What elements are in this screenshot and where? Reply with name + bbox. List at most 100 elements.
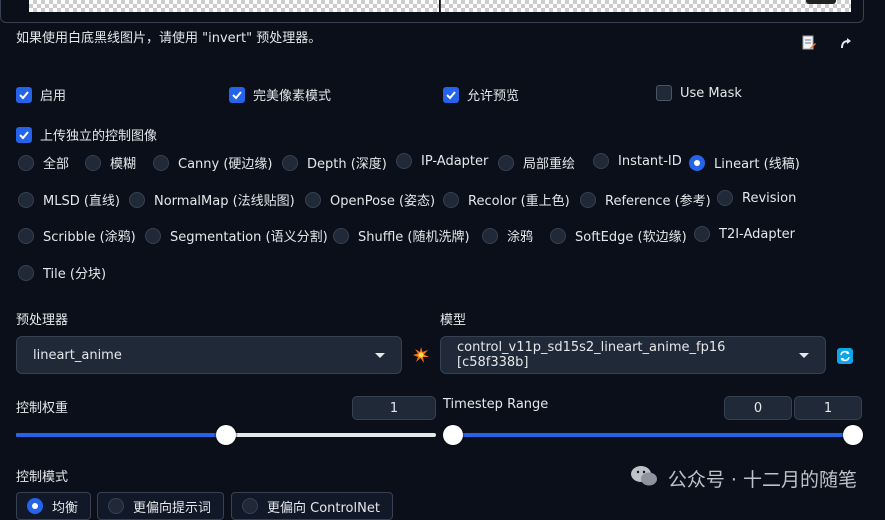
control-type-label: Instant-ID xyxy=(618,153,682,169)
control-type-radio[interactable]: MLSD (直线) xyxy=(18,190,120,209)
control-mode-label: 控制模式 xyxy=(16,470,69,485)
radio-dot xyxy=(717,190,733,206)
preview-close-button[interactable] xyxy=(806,0,836,4)
control-type-radio[interactable]: IP-Adapter xyxy=(396,153,488,169)
control-type-label: MLSD (直线) xyxy=(43,194,120,209)
control-type-label: SoftEdge (软边缘) xyxy=(575,230,687,245)
control-type-radio[interactable]: Depth (深度) xyxy=(282,153,387,172)
slider-thumb-start[interactable] xyxy=(443,425,463,445)
control-type-radio[interactable]: T2I-Adapter xyxy=(694,226,795,242)
timestep-end-input[interactable]: 1 xyxy=(794,396,862,420)
slider-thumb-end[interactable] xyxy=(843,425,863,445)
explosion-icon[interactable] xyxy=(413,347,429,363)
control-type-label: Tile (分块) xyxy=(43,267,107,282)
control-type-radio[interactable]: 涂鸦 xyxy=(482,226,533,245)
slider-fill xyxy=(453,433,853,437)
checkbox-empty xyxy=(656,85,672,101)
radio-dot xyxy=(396,153,412,169)
control-weight-input[interactable]: 1 xyxy=(352,396,436,420)
control-type-label: Recolor (重上色) xyxy=(468,194,570,209)
radio-dot xyxy=(18,154,34,171)
control-type-radio[interactable]: Reference (参考) xyxy=(580,190,711,209)
checkmark-icon xyxy=(229,86,245,103)
radio-dot xyxy=(498,154,514,171)
preprocessor-value: lineart_anime xyxy=(33,347,122,363)
chevron-down-icon xyxy=(799,352,809,358)
model-dropdown[interactable]: control_v11p_sd15s2_lineart_anime_fp16 [… xyxy=(440,336,826,374)
allow-preview-label: 允许预览 xyxy=(467,89,520,104)
radio-dot xyxy=(593,153,609,169)
radio-dot-selected xyxy=(689,154,705,171)
checkmark-icon xyxy=(443,86,459,103)
slider-thumb[interactable] xyxy=(216,425,236,445)
watermark: 公众号 · 十二月的随笔 xyxy=(630,464,857,493)
radio-dot xyxy=(18,227,34,244)
use-mask-checkbox[interactable]: Use Mask xyxy=(656,85,742,101)
timestep-start-input[interactable]: 0 xyxy=(724,396,792,420)
control-type-radio[interactable]: Tile (分块) xyxy=(18,263,106,282)
slider-fill xyxy=(16,433,226,437)
radio-dot xyxy=(18,264,34,281)
control-type-radio[interactable]: 模糊 xyxy=(85,153,136,172)
control-type-radio[interactable]: Recolor (重上色) xyxy=(443,190,570,209)
control-type-radio[interactable]: Instant-ID xyxy=(593,153,682,169)
wechat-icon xyxy=(630,464,658,493)
control-type-radio[interactable]: Shuffle (随机洗牌) xyxy=(333,226,470,245)
radio-dot xyxy=(108,498,124,514)
radio-dot xyxy=(153,154,169,171)
control-mode-option[interactable]: 更偏向提示词 xyxy=(97,492,225,520)
refresh-icon[interactable] xyxy=(837,348,853,364)
radio-dot xyxy=(85,154,101,171)
control-type-label: Lineart (线稿) xyxy=(714,157,800,172)
control-type-label: Reference (参考) xyxy=(605,194,711,209)
control-type-radio[interactable]: 局部重绘 xyxy=(498,153,575,172)
pixel-perfect-checkbox[interactable]: 完美像素模式 xyxy=(229,85,331,104)
allow-preview-checkbox[interactable]: 允许预览 xyxy=(443,85,519,104)
radio-dot xyxy=(694,226,710,242)
control-mode-option-selected[interactable]: 均衡 xyxy=(16,492,92,520)
control-type-label: OpenPose (姿态) xyxy=(330,194,436,209)
control-type-label: Canny (硬边缘) xyxy=(178,157,273,172)
chevron-down-icon xyxy=(375,352,385,358)
enable-label: 启用 xyxy=(40,89,67,104)
preprocessor-dropdown[interactable]: lineart_anime xyxy=(16,336,402,374)
control-type-radio[interactable]: Canny (硬边缘) xyxy=(153,153,273,172)
radio-dot xyxy=(145,227,161,244)
control-type-radio[interactable]: NormalMap (法线贴图) xyxy=(129,190,295,209)
control-type-radio[interactable]: SoftEdge (软边缘) xyxy=(550,226,687,245)
radio-dot xyxy=(242,498,258,514)
preprocessor-preview-canvas[interactable] xyxy=(441,0,851,12)
image-preview-frame xyxy=(0,0,864,23)
checkmark-icon xyxy=(16,126,32,143)
control-type-label: Depth (深度) xyxy=(307,157,387,172)
control-type-radio[interactable]: 全部 xyxy=(18,153,69,172)
watermark-text: 公众号 · 十二月的随笔 xyxy=(667,469,857,491)
input-image-canvas[interactable] xyxy=(29,0,439,12)
timestep-range-slider[interactable] xyxy=(443,425,863,445)
control-type-label: T2I-Adapter xyxy=(719,226,796,242)
control-mode-option[interactable]: 更偏向 ControlNet xyxy=(231,492,393,520)
enable-checkbox[interactable]: 启用 xyxy=(16,85,66,104)
pixel-perfect-label: 完美像素模式 xyxy=(253,89,332,104)
control-weight-slider[interactable] xyxy=(16,425,436,445)
document-edit-icon[interactable] xyxy=(801,35,817,51)
radio-dot xyxy=(305,191,321,208)
radio-dot xyxy=(333,227,349,244)
control-type-label: Revision xyxy=(742,190,797,206)
control-type-radio[interactable]: OpenPose (姿态) xyxy=(305,190,435,209)
preprocessor-label: 预处理器 xyxy=(16,313,69,328)
control-type-radio-selected[interactable]: Lineart (线稿) xyxy=(689,153,800,172)
curved-arrow-icon[interactable] xyxy=(838,35,854,51)
control-type-label: NormalMap (法线贴图) xyxy=(154,194,295,209)
radio-dot xyxy=(18,191,34,208)
control-type-radio[interactable]: Segmentation (语义分割) xyxy=(145,226,328,245)
control-type-radio[interactable]: Revision xyxy=(717,190,796,206)
model-value: control_v11p_sd15s2_lineart_anime_fp16 [… xyxy=(457,340,726,370)
invert-hint-text: 如果使用白底黑线图片，请使用 "invert" 预处理器。 xyxy=(16,31,322,46)
control-type-radio[interactable]: Scribble (涂鸦) xyxy=(18,226,136,245)
upload-independent-checkbox[interactable]: 上传独立的控制图像 xyxy=(16,125,157,144)
use-mask-label: Use Mask xyxy=(680,85,742,101)
upload-independent-label: 上传独立的控制图像 xyxy=(40,129,158,144)
control-weight-label: 控制权重 xyxy=(16,401,69,416)
control-type-label: Segmentation (语义分割) xyxy=(170,230,328,245)
